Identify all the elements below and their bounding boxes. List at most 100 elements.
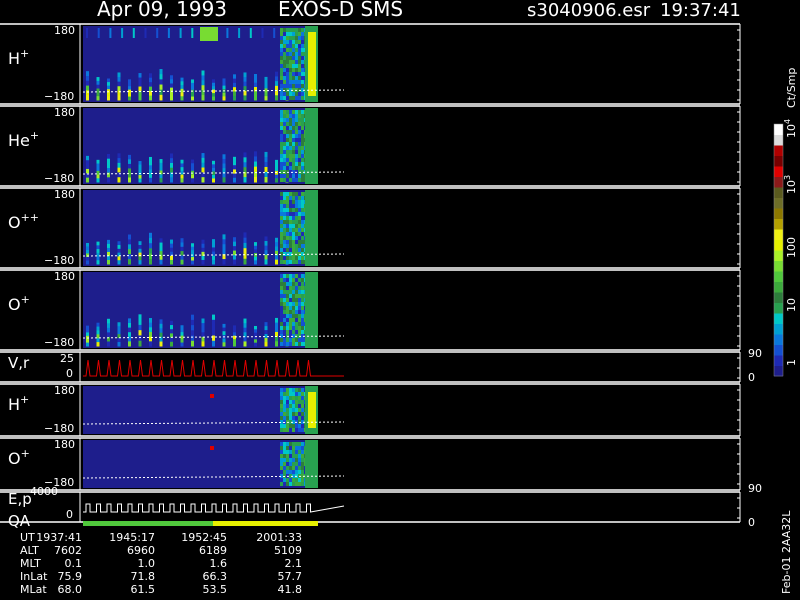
heatmap-cell bbox=[159, 341, 163, 347]
heatmap-cell bbox=[138, 161, 142, 166]
heatmap-cell bbox=[301, 80, 304, 84]
heatmap-cell bbox=[301, 314, 304, 318]
heatmap-cell bbox=[295, 342, 298, 346]
heatmap-cell bbox=[295, 126, 298, 130]
heatmap-cell bbox=[138, 95, 142, 101]
heatmap-cell bbox=[286, 482, 289, 486]
heatmap-cell bbox=[295, 330, 298, 334]
heatmap-cell bbox=[264, 245, 268, 251]
heatmap-cell bbox=[159, 159, 163, 164]
heatmap-cell bbox=[170, 259, 173, 265]
heatmap-cell bbox=[117, 153, 121, 159]
heatmap-cell bbox=[292, 118, 295, 122]
eph-value: 1937:41 bbox=[36, 531, 82, 544]
heatmap-cell bbox=[298, 52, 301, 56]
heatmap-cell bbox=[96, 326, 100, 331]
heatmap-cell bbox=[289, 192, 292, 196]
heatmap-cell bbox=[170, 329, 173, 334]
heatmap-cell bbox=[280, 424, 283, 428]
heatmap-cell bbox=[180, 342, 184, 347]
heatmap-cell bbox=[254, 82, 257, 88]
heatmap-cell bbox=[286, 28, 289, 32]
heatmap-cell bbox=[222, 249, 226, 255]
heatmap-cell bbox=[286, 442, 289, 446]
heatmap-cell bbox=[292, 408, 295, 412]
heatmap-cell bbox=[301, 326, 304, 330]
heatmap-cell bbox=[292, 396, 295, 400]
heatmap-cell bbox=[280, 200, 283, 204]
heatmap-cell bbox=[243, 323, 247, 329]
heatmap-cell bbox=[292, 236, 295, 240]
heatmap-cell bbox=[107, 168, 110, 174]
heatmap-cell bbox=[222, 244, 226, 250]
heatmap-cell bbox=[289, 60, 292, 64]
heatmap-cell bbox=[292, 36, 295, 40]
heatmap-cell bbox=[295, 450, 298, 454]
heatmap-cell bbox=[275, 259, 278, 265]
heatmap-cell bbox=[275, 255, 278, 261]
heatmap-cell bbox=[149, 165, 152, 170]
heatmap-cell bbox=[289, 32, 292, 36]
heatmap-cell bbox=[96, 167, 100, 172]
heatmap-cell bbox=[280, 412, 283, 416]
heatmap-cell bbox=[298, 200, 301, 204]
heatmap-cell bbox=[280, 330, 283, 334]
heatmap-cell bbox=[86, 339, 89, 344]
vr-right-bottom: 0 bbox=[748, 371, 755, 384]
ep-left-top: 4000 bbox=[30, 485, 58, 498]
heatmap-cell bbox=[283, 286, 286, 290]
heatmap-cell bbox=[298, 338, 301, 342]
heatmap-cell bbox=[289, 138, 292, 142]
heatmap-cell bbox=[286, 232, 289, 236]
heatmap-cell bbox=[149, 77, 152, 83]
heatmap-cell bbox=[280, 470, 283, 474]
heatmap-cell bbox=[201, 75, 205, 81]
heatmap-cell bbox=[286, 192, 289, 196]
heatmap-cell bbox=[286, 72, 289, 76]
heatmap-cell bbox=[301, 442, 304, 446]
heatmap-cell bbox=[254, 161, 257, 168]
heatmap-cell bbox=[233, 328, 236, 333]
heatmap-cell bbox=[201, 323, 205, 329]
heatmap-cell bbox=[280, 442, 283, 446]
heatmap-cell bbox=[128, 249, 131, 255]
heatmap-cell bbox=[292, 256, 295, 260]
heatmap-cell bbox=[295, 36, 298, 40]
heatmap-cell bbox=[301, 174, 304, 178]
heatmap-cell bbox=[295, 56, 298, 60]
heatmap-cell bbox=[286, 278, 289, 282]
heatmap-cell bbox=[280, 96, 283, 100]
heatmap-cell bbox=[96, 174, 100, 179]
heatmap-cell bbox=[301, 154, 304, 158]
heatmap-cell bbox=[289, 110, 292, 114]
heatmap-cell bbox=[280, 462, 283, 466]
heatmap-cell bbox=[292, 306, 295, 310]
heatmap-cell bbox=[289, 200, 292, 204]
heatmap-cell bbox=[96, 252, 100, 258]
heatmap-cell bbox=[107, 332, 110, 338]
heatmap-cell bbox=[191, 319, 194, 326]
heatmap-cell bbox=[191, 96, 194, 101]
heatmap-cell bbox=[289, 310, 292, 314]
heatmap-cell bbox=[201, 80, 205, 86]
heatmap-cell bbox=[295, 114, 298, 118]
heatmap-cell bbox=[289, 48, 292, 52]
heatmap-cell bbox=[86, 85, 89, 91]
heatmap-cell bbox=[286, 68, 289, 72]
heatmap-cell bbox=[298, 244, 301, 248]
heatmap-cell bbox=[201, 85, 205, 91]
heatmap-cell bbox=[289, 470, 292, 474]
heatmap-cell bbox=[132, 28, 135, 38]
y-tick-top: 180 bbox=[54, 270, 75, 283]
heatmap-cell bbox=[170, 325, 173, 330]
heatmap-cell bbox=[280, 192, 283, 196]
panel-label-vr: V,r bbox=[8, 354, 30, 372]
heatmap-cell bbox=[283, 162, 286, 166]
heatmap-cell bbox=[280, 150, 283, 154]
heatmap-cell bbox=[298, 162, 301, 166]
heatmap-cell bbox=[191, 325, 194, 331]
heatmap-cell bbox=[295, 92, 298, 96]
heatmap-cell bbox=[292, 330, 295, 334]
heatmap-cell bbox=[283, 290, 286, 294]
heatmap-cell bbox=[212, 160, 215, 165]
